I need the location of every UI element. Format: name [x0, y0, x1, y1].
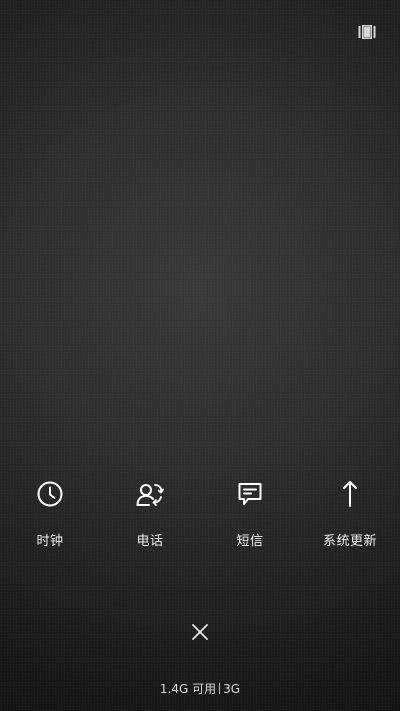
app-clock[interactable]: 时钟: [5, 478, 95, 549]
message-icon: [234, 478, 266, 510]
arrow-up-icon: [334, 478, 366, 510]
app-phone[interactable]: 电话: [105, 478, 195, 549]
phone-icon: [134, 478, 166, 510]
app-messages[interactable]: 短信: [205, 478, 295, 549]
wallpaper-texture: [0, 0, 400, 711]
memory-total: 3G: [223, 682, 241, 696]
app-system-update[interactable]: 系统更新: [305, 478, 395, 549]
memory-divider: [219, 683, 221, 694]
close-icon: [192, 624, 208, 640]
app-label-phone: 电话: [136, 534, 164, 549]
memory-status: 1.4G 可用 3G: [0, 680, 400, 697]
clock-icon: [34, 478, 66, 510]
multitask-icon: [358, 25, 376, 39]
memory-available: 1.4G 可用: [159, 682, 217, 696]
app-label-clock: 时钟: [36, 534, 64, 549]
app-label-system-update: 系统更新: [322, 534, 377, 549]
clear-all-button[interactable]: [189, 621, 211, 643]
recent-apps-list: 时钟 电话 短信 系统更新: [0, 478, 400, 558]
recent-apps-screen: 时钟 电话 短信 系统更新 1.4G 可用 3G: [0, 0, 400, 711]
app-label-messages: 短信: [236, 534, 264, 549]
multitask-toggle-button[interactable]: [358, 25, 376, 39]
